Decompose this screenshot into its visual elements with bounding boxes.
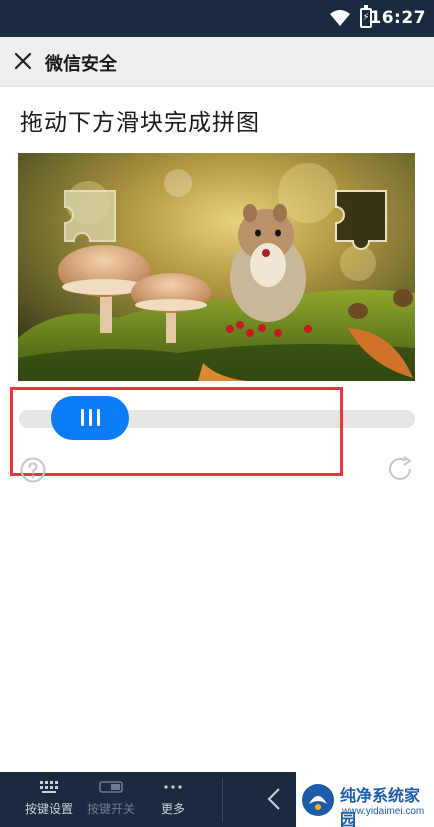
puzzle-image bbox=[18, 153, 415, 381]
bottom-toolbar: 按键设置 按键开关 更多 纯净系统家园 www.yidaimei.com bbox=[0, 772, 434, 827]
bottom-item-label: 按键设置 bbox=[24, 802, 73, 816]
back-icon[interactable] bbox=[266, 786, 282, 812]
toolbar-divider bbox=[222, 778, 223, 822]
toggle-icon bbox=[99, 781, 123, 793]
bottom-item-label: 按键开关 bbox=[86, 802, 135, 816]
key-toggle-button[interactable]: 按键开关 bbox=[81, 780, 141, 818]
help-icon[interactable] bbox=[20, 457, 46, 483]
bottom-item-label: 更多 bbox=[160, 802, 185, 816]
watermark-name: 纯净系统家园 bbox=[340, 786, 421, 827]
grip-line bbox=[89, 409, 92, 426]
app-window: 微信安全 拖动下方滑块完成拼图 bbox=[0, 37, 434, 772]
watermark-url: www.yidaimei.com bbox=[342, 806, 425, 817]
watermark-logo-icon bbox=[302, 784, 334, 816]
grip-line bbox=[97, 409, 100, 426]
wifi-icon bbox=[330, 10, 350, 26]
close-icon[interactable] bbox=[12, 50, 34, 72]
more-icon bbox=[164, 785, 182, 789]
more-button[interactable]: 更多 bbox=[143, 780, 203, 818]
grip-line bbox=[81, 409, 84, 426]
keyboard-icon bbox=[40, 781, 58, 793]
status-time: 16:27 bbox=[369, 8, 426, 28]
keyboard-settings-button[interactable]: 按键设置 bbox=[19, 780, 79, 818]
captcha-instruction: 拖动下方滑块完成拼图 bbox=[20, 110, 260, 136]
title-bar: 微信安全 bbox=[0, 37, 434, 87]
refresh-icon[interactable] bbox=[387, 455, 415, 483]
site-watermark: 纯净系统家园 www.yidaimei.com bbox=[296, 772, 434, 827]
slider-handle[interactable] bbox=[51, 396, 129, 440]
page-title: 微信安全 bbox=[45, 54, 117, 75]
status-bar: ⚡ 16:27 bbox=[0, 0, 434, 37]
